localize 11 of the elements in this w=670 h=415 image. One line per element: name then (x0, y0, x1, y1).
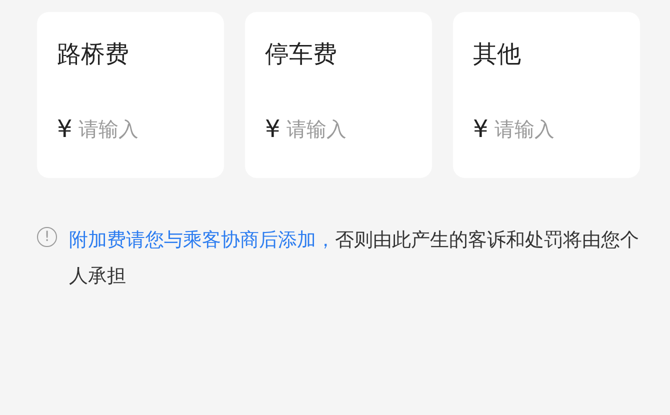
info-icon: ! (37, 227, 57, 247)
currency-symbol: ¥ (57, 115, 72, 143)
amount-field[interactable]: 请输入 (78, 117, 198, 141)
notice-text: 附加费请您与乘客协商后添加，否则由此产生的客诉和处罚将由您个人承担 (69, 228, 640, 289)
fee-label: 路桥费 (57, 39, 129, 70)
currency-symbol: ¥ (265, 115, 280, 143)
fee-label: 其他 (473, 39, 521, 70)
amount-field[interactable]: 请输入 (286, 117, 406, 141)
amount-field[interactable]: 请输入 (494, 117, 614, 141)
fee-label: 停车费 (265, 39, 337, 70)
currency-symbol: ¥ (473, 115, 488, 143)
